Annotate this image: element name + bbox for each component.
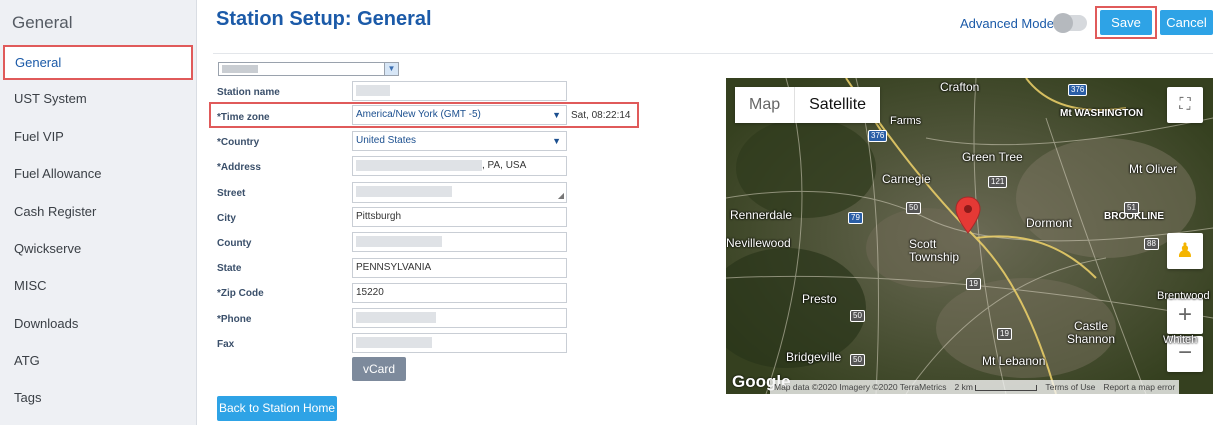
address-label: *Address (217, 162, 261, 173)
satellite-imagery (726, 78, 1213, 394)
advanced-mode-label: Advanced Mode (960, 16, 1054, 31)
map-place-label: Brentwood (1157, 290, 1210, 302)
street-field[interactable]: ◢ (352, 182, 567, 203)
map-view[interactable]: Map Satellite ⛶ ♟ + − Crafton Mt WASHING… (726, 78, 1213, 394)
station-select[interactable]: ▼ (218, 62, 399, 76)
sidebar-item-qwickserve[interactable]: Qwickserve (0, 230, 197, 267)
station-name-label: Station name (217, 87, 280, 98)
map-type-map[interactable]: Map (735, 87, 794, 123)
map-scale: 2 km (955, 380, 1038, 394)
redacted-value (356, 311, 436, 323)
map-place-label: Nevillewood (726, 236, 791, 250)
road-shield: 50 (850, 354, 865, 366)
chevron-down-icon: ▼ (552, 110, 561, 120)
terms-of-use-link[interactable]: Terms of Use (1045, 380, 1095, 394)
country-value: United States (356, 135, 417, 146)
street-label: Street (217, 188, 246, 199)
timezone-select[interactable]: America/New York (GMT -5) ▼ (352, 105, 567, 125)
sidebar-item-downloads[interactable]: Downloads (0, 305, 197, 342)
road-shield: 51 (1124, 202, 1139, 214)
timezone-current-time: Sat, 08:22:14 (571, 110, 631, 121)
chevron-down-icon: ▼ (552, 136, 561, 146)
road-shield: 88 (1144, 238, 1159, 250)
map-attribution-bar: Map data ©2020 Imagery ©2020 TerraMetric… (770, 380, 1180, 394)
redacted-value (356, 235, 442, 247)
zoom-in-icon[interactable]: + (1167, 298, 1203, 334)
map-place-label: Bridgeville (786, 350, 842, 364)
county-label: County (217, 238, 252, 249)
map-place-label: Mt Oliver (1129, 162, 1177, 176)
timezone-label: *Time zone (217, 112, 270, 123)
toggle-knob (1053, 13, 1073, 33)
map-place-label: Carnegie (882, 172, 931, 186)
map-place-label: Rennerdale (730, 208, 793, 222)
phone-label: *Phone (217, 314, 252, 325)
redacted-value (356, 84, 390, 96)
address-field[interactable]: , PA, USA (352, 156, 567, 176)
chevron-down-icon[interactable]: ▼ (384, 63, 398, 75)
sidebar-title: General (12, 13, 73, 32)
sidebar-item-misc[interactable]: MISC (0, 267, 197, 304)
address-suffix: , PA, USA (482, 160, 527, 171)
road-shield: 121 (988, 176, 1008, 188)
zip-field[interactable]: 15220 (352, 283, 567, 303)
road-shield: 19 (997, 328, 1012, 340)
city-field[interactable]: Pittsburgh (352, 207, 567, 227)
map-place-label: Presto (802, 292, 837, 306)
map-place-label: Scott Township (909, 237, 960, 264)
map-place-label: Crafton (940, 80, 980, 94)
redacted-value (356, 159, 482, 171)
location-pin-icon[interactable] (955, 196, 981, 234)
redacted-value (222, 65, 258, 73)
map-type-satellite[interactable]: Satellite (794, 87, 880, 123)
map-attribution: Map data ©2020 Imagery ©2020 TerraMetric… (774, 382, 947, 392)
zip-label: *Zip Code (217, 288, 264, 299)
map-type-control: Map Satellite (735, 87, 881, 123)
fax-field[interactable] (352, 333, 567, 353)
highway-shield: 376 (868, 130, 888, 142)
map-place-label: Farms (890, 115, 922, 127)
page-title: Station Setup: General (216, 8, 432, 30)
sidebar-item-atg[interactable]: ATG (0, 342, 197, 379)
road-shield: 50 (850, 310, 865, 322)
country-select[interactable]: United States ▼ (352, 131, 567, 151)
redacted-value (356, 185, 452, 197)
phone-field[interactable] (352, 308, 567, 328)
country-label: *Country (217, 137, 260, 148)
back-to-station-home-button[interactable]: Back to Station Home (217, 396, 337, 421)
save-button[interactable]: Save (1100, 10, 1152, 35)
road-shield: 50 (906, 202, 921, 214)
sidebar: General General UST System Fuel VIP Fuel… (0, 0, 197, 425)
sidebar-item-fuel-allowance[interactable]: Fuel Allowance (0, 155, 197, 192)
timezone-value: America/New York (GMT -5) (356, 109, 481, 120)
report-map-error-link[interactable]: Report a map error (1103, 380, 1175, 394)
map-place-label: Whiteh (1163, 334, 1198, 346)
sidebar-item-cash-register[interactable]: Cash Register (0, 193, 197, 230)
resize-handle-icon[interactable]: ◢ (558, 192, 564, 200)
state-label: State (217, 263, 242, 274)
map-place-label: Green Tree (962, 150, 1023, 164)
fullscreen-icon[interactable]: ⛶ (1167, 87, 1203, 123)
state-field[interactable]: PENNSYLVANIA (352, 258, 567, 278)
sidebar-item-tags[interactable]: Tags (0, 379, 197, 416)
map-place-label: Mt WASHINGTON (1060, 108, 1144, 119)
header-divider (213, 53, 1213, 54)
highway-shield: 376 (1068, 84, 1088, 96)
highway-shield: 79 (848, 212, 863, 224)
map-place-label: Castle Shannon (1066, 319, 1116, 346)
redacted-value (356, 336, 432, 348)
pegman-icon[interactable]: ♟ (1167, 233, 1203, 269)
cancel-button[interactable]: Cancel (1160, 10, 1213, 35)
station-name-field[interactable] (352, 81, 567, 101)
vcard-button[interactable]: vCard (352, 357, 406, 381)
sidebar-item-general[interactable]: General (3, 45, 193, 80)
sidebar-item-fuel-vip[interactable]: Fuel VIP (0, 118, 197, 155)
map-place-label: Dormont (1026, 216, 1073, 230)
fax-label: Fax (217, 339, 235, 350)
map-place-label: Mt Lebanon (982, 354, 1046, 368)
sidebar-item-ust-system[interactable]: UST System (0, 80, 197, 117)
county-field[interactable] (352, 232, 567, 252)
city-label: City (217, 213, 236, 224)
road-shield: 19 (966, 278, 981, 290)
